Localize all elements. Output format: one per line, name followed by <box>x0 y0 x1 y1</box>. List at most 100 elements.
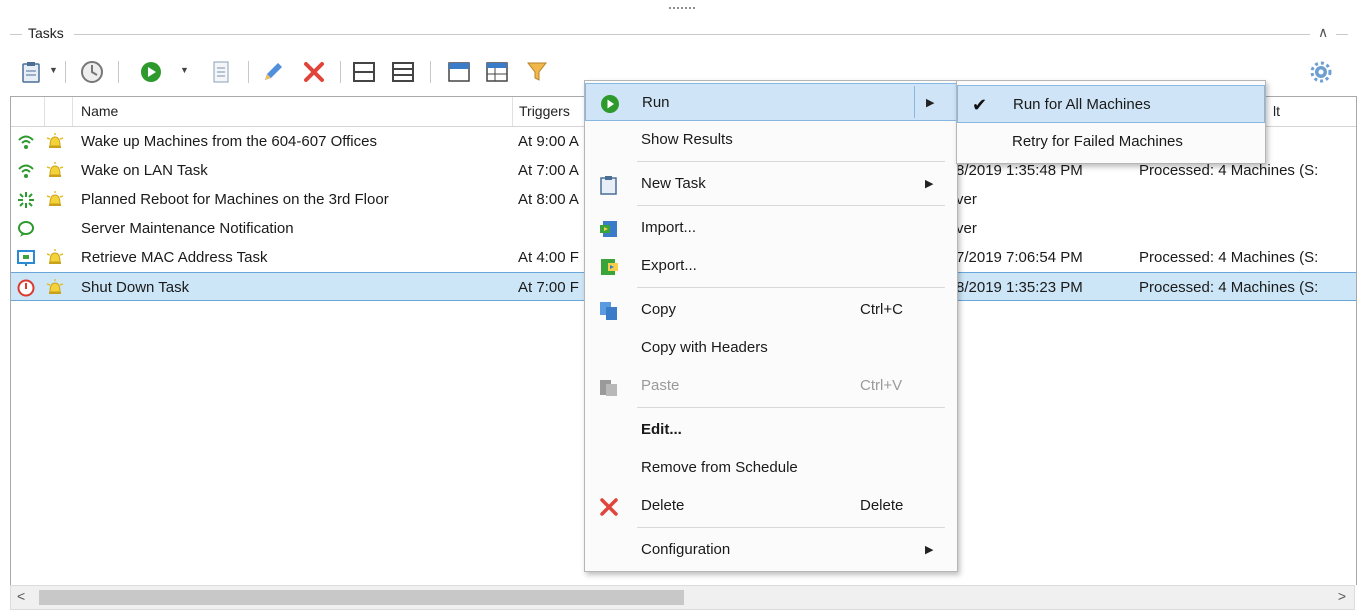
settings-icon[interactable] <box>1308 57 1334 87</box>
menu-item-configuration[interactable]: Configuration ▶ <box>585 531 957 569</box>
task-name: Wake on LAN Task <box>81 162 208 179</box>
filter-icon[interactable] <box>524 57 550 87</box>
submenu-item-label: Retry for Failed Machines <box>1012 133 1183 150</box>
header-result[interactable]: lt <box>1267 97 1356 126</box>
panel-resize-grip[interactable] <box>668 6 696 10</box>
chevron-down-icon[interactable]: ▼ <box>180 65 189 75</box>
toolbar-separator <box>65 61 66 83</box>
task-trigger: At 7:00 F <box>518 279 579 296</box>
bell-icon <box>45 249 65 267</box>
menu-item-export[interactable]: Export... <box>585 247 957 285</box>
menu-item-copy-with-headers[interactable]: Copy with Headers <box>585 329 957 367</box>
menu-item-show-results[interactable]: Show Results <box>585 121 957 159</box>
history-icon[interactable] <box>75 57 109 87</box>
menu-item-label: Export... <box>641 257 697 274</box>
menu-item-label: Remove from Schedule <box>641 459 798 476</box>
copy-icon <box>599 301 619 321</box>
submenu-item-retry-failed[interactable]: Retry for Failed Machines <box>957 123 1265 161</box>
context-menu: Run ▶ Show Results New Task ▶ Import... … <box>584 80 958 572</box>
chevron-right-icon: ▶ <box>926 97 935 109</box>
task-trigger: At 4:00 F <box>518 249 579 266</box>
layout-table-icon[interactable] <box>484 57 510 87</box>
task-name: Planned Reboot for Machines on the 3rd F… <box>81 191 389 208</box>
menu-item-run[interactable]: Run ▶ <box>585 83 957 121</box>
wifi-icon <box>17 162 35 180</box>
run-submenu: ✔ Run for All Machines Retry for Failed … <box>956 80 1266 164</box>
toolbar-separator <box>340 61 341 83</box>
menu-item-delete[interactable]: Delete Delete <box>585 487 957 525</box>
collapse-chevron-icon[interactable]: ∧ <box>1318 24 1328 41</box>
task-trigger: At 9:00 A <box>518 133 579 150</box>
menu-separator <box>637 407 945 408</box>
task-name: Wake up Machines from the 604-607 Office… <box>81 133 377 150</box>
menu-separator <box>637 161 945 162</box>
panel-title: Tasks <box>28 25 64 41</box>
menu-item-label: Paste <box>641 377 680 394</box>
task-last-run: ver <box>956 220 977 237</box>
menu-item-shortcut: Ctrl+C <box>860 301 903 318</box>
task-last-run: 8/2019 1:35:23 PM <box>956 279 1083 296</box>
submenu-item-label: Run for All Machines <box>1013 96 1151 113</box>
header-name[interactable]: Name <box>73 97 513 126</box>
menu-item-copy[interactable]: Copy Ctrl+C <box>585 291 957 329</box>
toolbar-separator <box>118 61 119 83</box>
run-icon <box>600 94 620 114</box>
menu-item-paste[interactable]: Paste Ctrl+V <box>585 367 957 405</box>
menu-item-label: Copy with Headers <box>641 339 768 356</box>
task-last-run: 7/2019 7:06:54 PM <box>956 249 1083 266</box>
scroll-right-icon[interactable]: > <box>1338 588 1346 604</box>
menu-item-label: Show Results <box>641 131 733 148</box>
split-horizontal-icon[interactable] <box>351 57 377 87</box>
task-name: Server Maintenance Notification <box>81 220 294 237</box>
group-line-end <box>1336 34 1348 35</box>
bell-icon <box>45 191 65 209</box>
layout-top-icon[interactable] <box>446 57 472 87</box>
header-icon-col[interactable] <box>11 97 45 126</box>
menu-item-shortcut: Ctrl+V <box>860 377 903 394</box>
report-icon[interactable] <box>208 57 234 87</box>
network-icon <box>17 249 35 267</box>
task-name: Shut Down Task <box>81 279 190 296</box>
chevron-down-icon[interactable]: ▼ <box>49 65 58 75</box>
menu-item-new-task[interactable]: New Task ▶ <box>585 165 957 203</box>
menu-separator <box>637 205 945 206</box>
menu-item-label: Edit... <box>641 421 682 438</box>
reboot-icon <box>17 191 35 209</box>
scrollbar-thumb[interactable] <box>39 590 684 605</box>
split-lines-icon[interactable] <box>390 57 416 87</box>
checkmark-icon: ✔ <box>972 95 988 115</box>
run-icon[interactable] <box>138 57 164 87</box>
menu-item-label: Configuration <box>641 541 731 558</box>
header-bell-col[interactable] <box>45 97 73 126</box>
message-icon <box>17 220 35 238</box>
task-trigger: At 8:00 A <box>518 191 579 208</box>
menu-item-edit[interactable]: Edit... <box>585 411 957 449</box>
wifi-icon <box>17 133 35 151</box>
clipboard-icon <box>599 175 619 195</box>
menu-item-remove-from-schedule[interactable]: Remove from Schedule <box>585 449 957 487</box>
header-triggers[interactable]: Triggers <box>513 97 593 126</box>
task-name: Retrieve MAC Address Task <box>81 249 268 266</box>
menu-item-import[interactable]: Import... <box>585 209 957 247</box>
clipboard-icon[interactable] <box>18 57 44 87</box>
toolbar-separator <box>248 61 249 83</box>
group-line-right <box>74 34 1310 35</box>
bell-icon <box>45 133 65 151</box>
task-result: Processed: 4 Machines (S: <box>1139 249 1319 266</box>
power-icon <box>17 279 35 297</box>
menu-item-label: Copy <box>641 301 677 318</box>
export-icon <box>599 257 619 277</box>
scroll-left-icon[interactable]: < <box>17 588 25 604</box>
delete-icon[interactable] <box>301 57 327 87</box>
group-line-left <box>10 34 22 35</box>
edit-icon[interactable] <box>260 57 286 87</box>
menu-separator <box>637 527 945 528</box>
menu-item-label: Run <box>642 94 670 111</box>
menu-item-label: Delete <box>641 497 685 514</box>
horizontal-scrollbar[interactable]: < > <box>10 585 1355 610</box>
task-last-run: ver <box>956 191 977 208</box>
menu-item-label: New Task <box>641 175 706 192</box>
task-result <box>1139 214 1354 243</box>
submenu-item-run-for-all[interactable]: ✔ Run for All Machines <box>957 85 1265 123</box>
import-icon <box>599 219 619 239</box>
